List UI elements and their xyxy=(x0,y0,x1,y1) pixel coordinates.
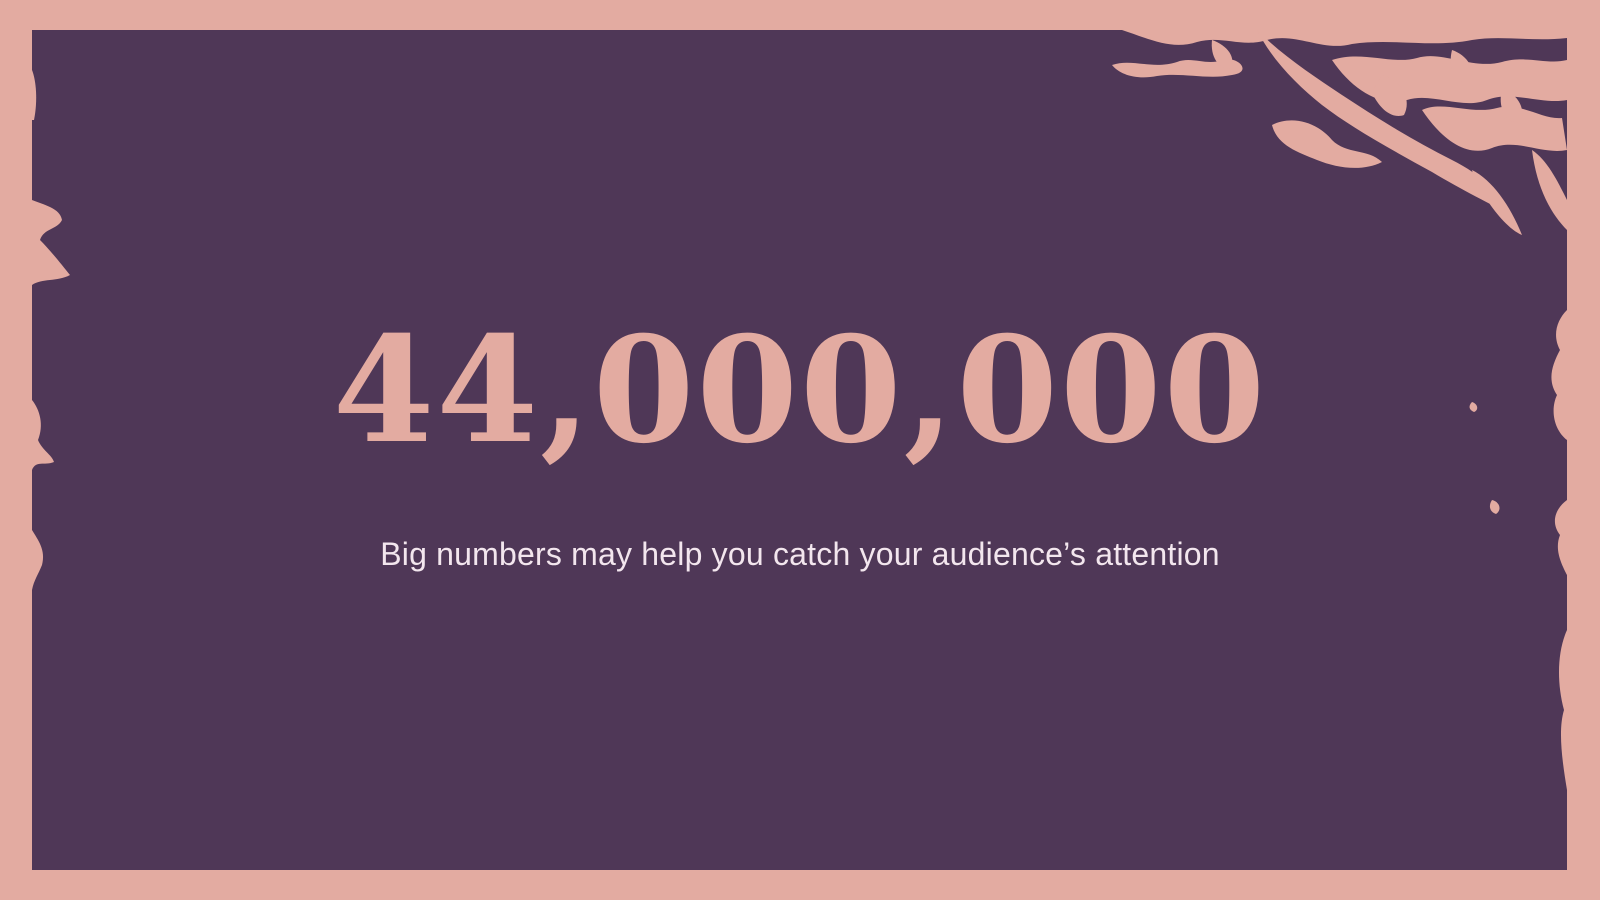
subtitle-text: Big numbers may help you catch your audi… xyxy=(380,536,1220,572)
slide-frame: 44,000,000 Big numbers may help you catc… xyxy=(0,0,1600,900)
big-number-headline: 44,000,000 xyxy=(332,305,1268,476)
